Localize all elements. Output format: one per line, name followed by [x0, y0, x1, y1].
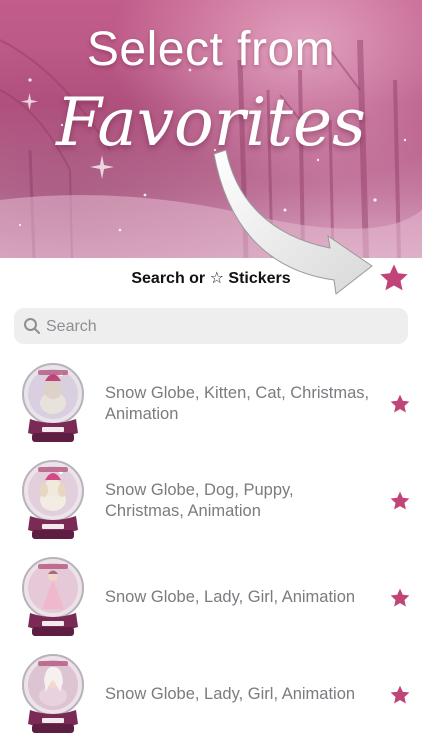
- toolbar-title: Search or ☆ Stickers: [131, 270, 291, 287]
- sticker-label: Snow Globe, Kitten, Cat, Christmas, Anim…: [105, 383, 370, 423]
- search-icon: [24, 318, 40, 334]
- favorites-star-icon[interactable]: [378, 262, 410, 294]
- favorite-star-icon[interactable]: [389, 587, 411, 609]
- sticker-label: Snow Globe, Lady, Girl, Animation: [105, 685, 356, 703]
- favorite-star-icon[interactable]: [389, 684, 411, 706]
- snow-globe-lady-thumbnail: [22, 654, 84, 733]
- sticker-label: Snow Globe, Dog, Puppy, Christmas, Anima…: [105, 480, 294, 520]
- snow-globe-puppy-thumbnail: [22, 460, 84, 539]
- favorite-star-icon[interactable]: [389, 393, 411, 415]
- list-item[interactable]: Snow Globe, Kitten, Cat, Christmas, Anim…: [0, 355, 422, 452]
- snow-globe-kitten-thumbnail: [22, 363, 84, 442]
- search-bar[interactable]: [14, 308, 408, 346]
- list-item[interactable]: Snow Globe, Dog, Puppy, Christmas, Anima…: [0, 452, 422, 549]
- snow-globe-lady-thumbnail: [22, 557, 84, 636]
- sticker-label: Snow Globe, Lady, Girl, Animation: [105, 588, 356, 606]
- list-item[interactable]: Snow Globe, Lady, Girl, Animation: [0, 646, 422, 743]
- promo-banner: Select from Favorites: [0, 0, 422, 258]
- list-item[interactable]: Snow Globe, Lady, Girl, Animation: [0, 549, 422, 646]
- search-input[interactable]: [44, 308, 398, 346]
- favorite-star-icon[interactable]: [389, 490, 411, 512]
- sticker-list: Snow Globe, Kitten, Cat, Christmas, Anim…: [0, 355, 422, 743]
- banner-headline-line2: Favorites: [56, 84, 366, 161]
- banner-headline-line1: Select from: [86, 23, 336, 76]
